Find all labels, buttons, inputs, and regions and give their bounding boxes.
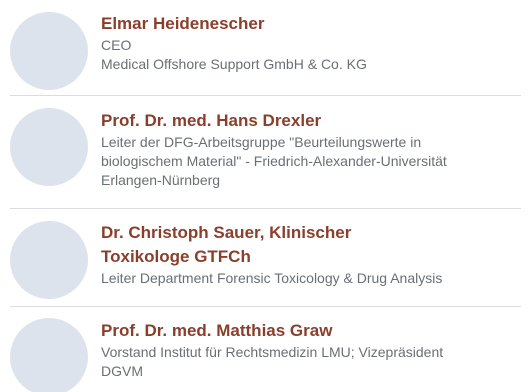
- speaker-info: Prof. Dr. med. Hans Drexler Leiter der D…: [101, 109, 525, 190]
- avatar: [10, 318, 88, 392]
- speaker-name[interactable]: Elmar Heidenescher: [101, 12, 525, 36]
- speaker-card: Prof. Dr. med. Hans Drexler Leiter der D…: [0, 104, 531, 204]
- speaker-title: CEO: [101, 37, 132, 53]
- speaker-list: Elmar Heidenescher CEO Medical Offshore …: [0, 0, 531, 392]
- speaker-title-line: Vorstand Institut für Rechtsmedizin LMU;…: [101, 344, 444, 360]
- divider: [10, 306, 521, 307]
- speaker-organization: Medical Offshore Support GmbH & Co. KG: [101, 56, 367, 72]
- divider: [10, 95, 521, 96]
- avatar: [10, 221, 88, 299]
- speaker-title-line: DGVM: [101, 363, 143, 379]
- speaker-title-line: Erlangen-Nürnberg: [101, 172, 221, 188]
- avatar: [10, 108, 88, 186]
- speaker-info: Prof. Dr. med. Matthias Graw Vorstand In…: [101, 319, 525, 381]
- divider: [10, 208, 521, 209]
- speaker-title-line: Leiter der DFG-Arbeitsgruppe "Beurteilun…: [101, 134, 422, 150]
- speaker-title-line: biologischem Material" - Friedrich-Alexa…: [101, 153, 447, 169]
- speaker-info: Dr. Christoph Sauer, Klinischer Toxikolo…: [101, 221, 525, 288]
- avatar: [10, 12, 88, 90]
- speaker-name-line[interactable]: Toxikologe GTFCh: [101, 245, 525, 269]
- speaker-title: Leiter Department Forensic Toxicology & …: [101, 270, 443, 286]
- speaker-name-line[interactable]: Dr. Christoph Sauer, Klinischer: [101, 221, 525, 245]
- speaker-name[interactable]: Prof. Dr. med. Hans Drexler: [101, 109, 525, 133]
- speaker-card: Dr. Christoph Sauer, Klinischer Toxikolo…: [0, 216, 531, 306]
- speaker-card: Elmar Heidenescher CEO Medical Offshore …: [0, 8, 531, 92]
- speaker-name[interactable]: Prof. Dr. med. Matthias Graw: [101, 319, 525, 343]
- speaker-card: Prof. Dr. med. Matthias Graw Vorstand In…: [0, 314, 531, 392]
- speaker-info: Elmar Heidenescher CEO Medical Offshore …: [101, 12, 525, 74]
